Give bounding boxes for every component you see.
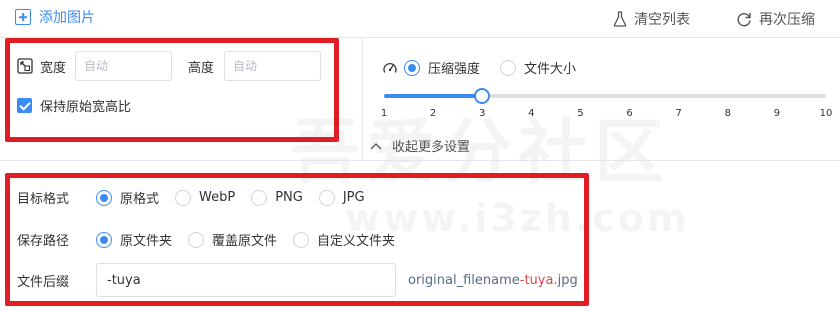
slider-tick-label: 4 — [528, 108, 535, 119]
compression-strength-label: 压缩强度 — [428, 62, 481, 77]
slider-thumb[interactable] — [474, 88, 491, 104]
slider-tick-label: 6 — [626, 108, 633, 119]
width-input[interactable] — [75, 51, 173, 81]
keep-ratio-checkbox[interactable]: 保持原始宽高比 — [17, 96, 131, 115]
slider-tick-label: 1 — [380, 108, 388, 119]
flask-icon — [613, 11, 627, 27]
radio-indicator — [293, 231, 310, 248]
path-custom-label: 自定义文件夹 — [317, 234, 396, 249]
suffix-row: 文件后缀 original_filename-tuya.jpg — [17, 263, 578, 297]
radio-indicator — [404, 59, 420, 76]
plus-icon — [15, 9, 31, 25]
clear-list-label: 清空列表 — [634, 12, 690, 28]
slider-tick-label: 8 — [724, 108, 731, 119]
slider-tick-label: 9 — [773, 108, 781, 119]
section-divider-horizontal — [0, 160, 840, 161]
clear-list-button[interactable]: 清空列表 — [613, 9, 690, 29]
radio-path-original-folder[interactable]: 原文件夹 — [96, 230, 172, 249]
slider-tick-label: 10 — [819, 108, 833, 119]
format-jpg-label: JPG — [342, 190, 365, 205]
height-input[interactable] — [224, 51, 322, 81]
example-suffix: -tuya — [519, 272, 554, 288]
checkbox-checked-icon[interactable] — [17, 98, 32, 113]
format-row: 目标格式 原格式 WebP PNG JPG — [17, 188, 365, 207]
chevron-up-icon — [370, 142, 382, 149]
radio-indicator — [318, 189, 335, 206]
compression-slider[interactable] — [384, 88, 826, 104]
radio-file-size[interactable]: 文件大小 — [500, 58, 576, 77]
toolbar: 添加图片 清空列表 再次压缩 — [0, 0, 840, 38]
radio-format-webp[interactable]: WebP — [175, 189, 236, 206]
suffix-label: 文件后缀 — [17, 274, 70, 290]
radio-indicator — [500, 59, 517, 76]
radio-format-png[interactable]: PNG — [251, 189, 303, 206]
slider-tick-label: 5 — [577, 108, 584, 119]
save-path-row: 保存路径 原文件夹 覆盖原文件 自定义文件夹 — [17, 230, 395, 249]
format-label: 目标格式 — [17, 192, 70, 207]
save-path-label: 保存路径 — [17, 234, 70, 249]
format-webp-label: WebP — [199, 190, 236, 205]
radio-indicator — [96, 231, 112, 248]
size-row: 宽度 高度 — [17, 51, 322, 81]
radio-format-jpg[interactable]: JPG — [318, 189, 365, 206]
radio-indicator — [175, 189, 192, 206]
path-overwrite-label: 覆盖原文件 — [212, 234, 278, 249]
collapse-settings-label: 收起更多设置 — [392, 140, 471, 155]
radio-indicator — [96, 189, 112, 206]
resize-icon — [17, 58, 33, 74]
add-image-label: 添加图片 — [39, 10, 95, 26]
collapse-settings-button[interactable]: 收起更多设置 — [370, 136, 470, 155]
width-label: 宽度 — [40, 60, 67, 76]
radio-compression-strength[interactable]: 压缩强度 — [404, 58, 480, 77]
format-png-label: PNG — [275, 190, 303, 205]
filename-example: original_filename-tuya.jpg — [408, 273, 578, 288]
radio-indicator — [251, 189, 268, 206]
example-ext: .jpg — [553, 272, 578, 288]
refresh-icon — [737, 12, 751, 26]
recompress-button[interactable]: 再次压缩 — [737, 9, 815, 29]
slider-tick-label: 7 — [675, 108, 682, 119]
slider-fill — [384, 94, 483, 98]
file-size-label: 文件大小 — [524, 62, 577, 77]
height-label: 高度 — [188, 60, 215, 76]
radio-path-custom[interactable]: 自定义文件夹 — [293, 230, 395, 249]
radio-path-overwrite[interactable]: 覆盖原文件 — [188, 230, 277, 249]
format-original-label: 原格式 — [120, 192, 160, 207]
radio-indicator — [188, 231, 205, 248]
watermark-url: www.i3zh.com — [345, 196, 690, 240]
example-prefix: original_filename — [408, 272, 520, 288]
slider-tick-label: 2 — [429, 108, 437, 119]
slider-tick-label: 3 — [479, 108, 486, 119]
recompress-label: 再次压缩 — [759, 12, 815, 28]
radio-format-original[interactable]: 原格式 — [96, 188, 159, 207]
keep-ratio-label: 保持原始宽高比 — [40, 100, 132, 115]
section-divider-vertical — [362, 38, 363, 160]
gauge-icon — [383, 62, 397, 73]
compression-mode-group: 压缩强度 文件大小 — [382, 58, 576, 77]
path-original-folder-label: 原文件夹 — [120, 234, 173, 249]
add-image-button[interactable]: 添加图片 — [15, 7, 95, 27]
suffix-input[interactable] — [96, 263, 396, 297]
